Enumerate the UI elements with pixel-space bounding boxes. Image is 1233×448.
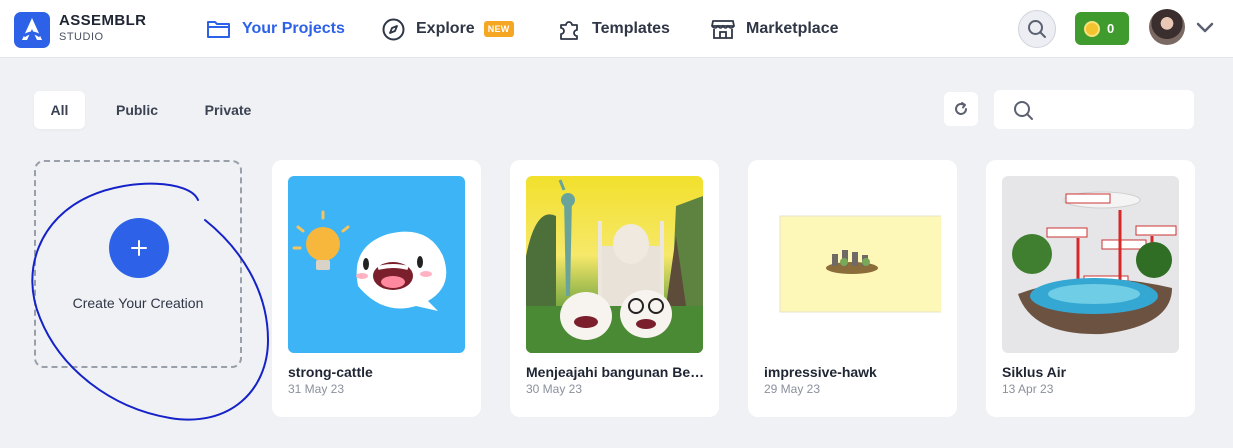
project-thumbnail	[1002, 176, 1179, 353]
water-cycle-image	[1012, 191, 1177, 335]
filter-private[interactable]: Private	[195, 91, 261, 129]
chevron-down-icon[interactable]	[1196, 22, 1214, 34]
project-title: impressive-hawk	[764, 364, 877, 380]
nav-your-projects[interactable]: Your Projects	[206, 0, 345, 58]
project-card[interactable]: strong-cattle 31 May 23	[272, 160, 481, 417]
new-badge: NEW	[483, 21, 514, 37]
project-thumbnail	[288, 176, 465, 353]
plus-icon	[131, 240, 147, 256]
refresh-button[interactable]	[944, 92, 978, 126]
project-card[interactable]: Menjeajahi bangunan Ber... 30 May 23	[510, 160, 719, 417]
store-icon	[711, 20, 735, 39]
brand-name: ASSEMBLR	[59, 12, 147, 29]
add-project-button[interactable]	[109, 218, 169, 278]
refresh-icon	[955, 102, 967, 115]
project-thumbnail	[764, 176, 941, 353]
coin-balance[interactable]: 0	[1075, 12, 1129, 45]
nav-marketplace[interactable]: Marketplace	[711, 0, 839, 58]
nav-templates[interactable]: Templates	[557, 0, 670, 58]
search-icon	[1028, 20, 1046, 38]
mascot-lightbulb-image	[292, 210, 447, 311]
project-card[interactable]: impressive-hawk 29 May 23	[748, 160, 957, 417]
global-search-button[interactable]	[1018, 10, 1056, 48]
project-date: 29 May 23	[764, 382, 821, 396]
top-navbar: ASSEMBLR STUDIO Your Projects Explore NE…	[0, 0, 1233, 58]
filter-public[interactable]: Public	[105, 91, 169, 129]
create-new-project-card[interactable]: Create Your Creation	[34, 160, 242, 368]
nav-explore[interactable]: Explore NEW	[382, 0, 514, 58]
floating-island-image	[779, 215, 941, 313]
assemblr-logo-icon	[22, 18, 42, 40]
project-date: 30 May 23	[526, 382, 583, 396]
coin-count: 0	[1107, 21, 1115, 36]
coin-icon	[1084, 20, 1100, 37]
nav-your-projects-label: Your Projects	[242, 20, 345, 37]
nav-explore-label: Explore	[416, 20, 475, 37]
assemblr-logo[interactable]	[14, 12, 50, 48]
nav-marketplace-label: Marketplace	[746, 20, 839, 37]
project-title: strong-cattle	[288, 364, 373, 380]
filter-all[interactable]: All	[34, 91, 85, 129]
nav-templates-label: Templates	[592, 20, 670, 37]
brand-subtitle: STUDIO	[59, 31, 104, 43]
folder-icon	[207, 21, 230, 38]
project-thumbnail	[526, 176, 703, 353]
project-date: 13 Apr 23	[1002, 382, 1054, 396]
project-title: Menjeajahi bangunan Ber...	[526, 364, 706, 380]
project-card[interactable]: Siklus Air 13 Apr 23	[986, 160, 1195, 417]
user-avatar[interactable]	[1149, 9, 1185, 45]
compass-icon	[382, 18, 405, 40]
puzzle-icon	[560, 21, 578, 40]
create-label: Create Your Creation	[72, 295, 204, 311]
search-icon	[1014, 101, 1033, 120]
project-title: Siklus Air	[1002, 364, 1067, 380]
project-date: 31 May 23	[288, 382, 345, 396]
world-landmarks-image	[526, 179, 703, 353]
